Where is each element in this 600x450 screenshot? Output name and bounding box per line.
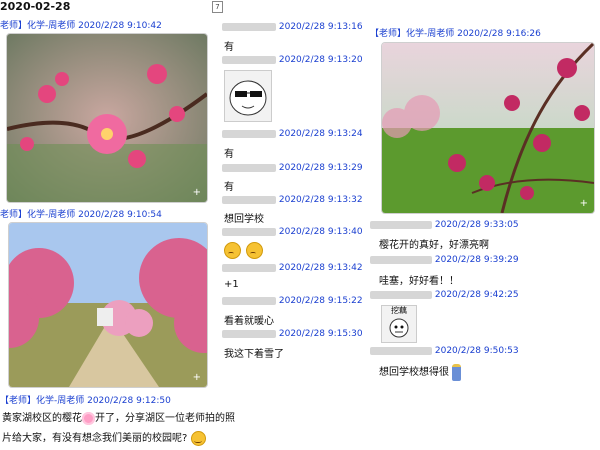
redacted-name: [370, 255, 432, 264]
message-text: 片给大家，有没有想念我们美丽的校园呢?: [2, 429, 206, 446]
sticker-image: [229, 80, 267, 116]
sad-emoji: [246, 242, 264, 259]
calendar-icon[interactable]: 7: [212, 1, 223, 13]
message-line: 片给大家，有没有想念我们美丽的校园呢?: [2, 433, 188, 444]
message-meta: 2020/2/28 9:50:53: [370, 346, 519, 356]
message-meta: 2020/2/28 9:15:30: [222, 329, 363, 339]
redacted-name: [370, 290, 432, 299]
message-meta: 2020/2/28 9:13:16: [222, 22, 363, 32]
sunglasses-sticker[interactable]: [224, 70, 272, 122]
redacted-name: [370, 346, 432, 355]
message-meta: 2020/2/28 9:13:24: [222, 129, 363, 139]
redacted-name: [370, 220, 432, 229]
redacted-name: [222, 22, 276, 31]
message-text: 看着就暖心: [224, 316, 274, 327]
message-meta: 老师】化学-周老师 2020/2/28 9:10:54: [0, 210, 162, 220]
bottle-emoji: [452, 363, 462, 381]
message-text: 樱花开的真好，好漂亮啊: [379, 240, 489, 251]
redacted-name: [222, 163, 276, 172]
redacted-name: [222, 263, 276, 272]
message-text: 想回学校想得很: [379, 363, 462, 381]
sticker-caption: 挖藕: [391, 306, 407, 315]
message-text: +1: [224, 279, 239, 290]
redacted-name: [222, 296, 276, 305]
dig-sticker[interactable]: 挖藕: [381, 305, 417, 343]
message-line: 开了，分享湖区一位老师拍的照: [95, 413, 235, 424]
message-meta: 2020/2/28 9:13:40: [222, 227, 363, 237]
message-text: 哇塞，好好看！！: [379, 276, 459, 287]
redacted-name: [222, 329, 276, 338]
message-text: 想回学校: [224, 214, 264, 225]
message-text: 有: [224, 182, 234, 193]
sticker-image: [389, 318, 409, 338]
message-text: 有: [224, 149, 234, 160]
redacted-name: [222, 55, 276, 64]
photo-image: [9, 223, 207, 387]
message-meta: 2020/2/28 9:13:42: [222, 263, 363, 273]
cherry-blossom-photo-2[interactable]: +: [8, 222, 208, 388]
message-meta: 【老师】化学-周老师 2020/2/28 9:12:50: [0, 396, 171, 406]
message-meta: 2020/2/28 9:13:20: [222, 55, 363, 65]
grin-emoji: [190, 430, 206, 446]
message-text: 我这下着雪了: [224, 349, 284, 360]
cherry-blossom-emoji: [82, 411, 95, 425]
message-meta: 2020/2/28 9:33:05: [370, 220, 519, 230]
message-meta: 2020/2/28 9:13:29: [222, 163, 363, 173]
message-meta: 2020/2/28 9:15:22: [222, 296, 363, 306]
message-meta: 2020/2/28 9:39:29: [370, 255, 519, 265]
redacted-name: [222, 129, 276, 138]
message-text: 有: [224, 42, 234, 53]
date-header: 2020-02-28: [0, 0, 71, 13]
message-text: 黄家湖校区的樱花 开了，分享湖区一位老师拍的照: [2, 409, 235, 425]
message-meta: 【老师】化学-周老师 2020/2/28 9:16:26: [370, 29, 541, 39]
message-meta: 2020/2/28 9:13:32: [222, 195, 363, 205]
photo-image: [7, 34, 207, 202]
cherry-blossom-photo-3[interactable]: +: [381, 42, 595, 214]
message-meta: 老师】化学-周老师 2020/2/28 9:10:42: [0, 21, 162, 31]
expand-icon[interactable]: +: [193, 372, 201, 383]
sad-emoji-message: [224, 240, 264, 259]
expand-icon[interactable]: +: [193, 187, 201, 198]
message-meta: 2020/2/28 9:42:25: [370, 290, 519, 300]
redacted-name: [222, 227, 276, 236]
redacted-name: [222, 195, 276, 204]
message-line: 黄家湖校区的樱花: [2, 413, 82, 424]
photo-image: [382, 43, 594, 213]
sad-emoji: [224, 242, 241, 259]
cherry-blossom-photo-1[interactable]: +: [6, 33, 208, 203]
expand-icon[interactable]: +: [580, 198, 588, 209]
